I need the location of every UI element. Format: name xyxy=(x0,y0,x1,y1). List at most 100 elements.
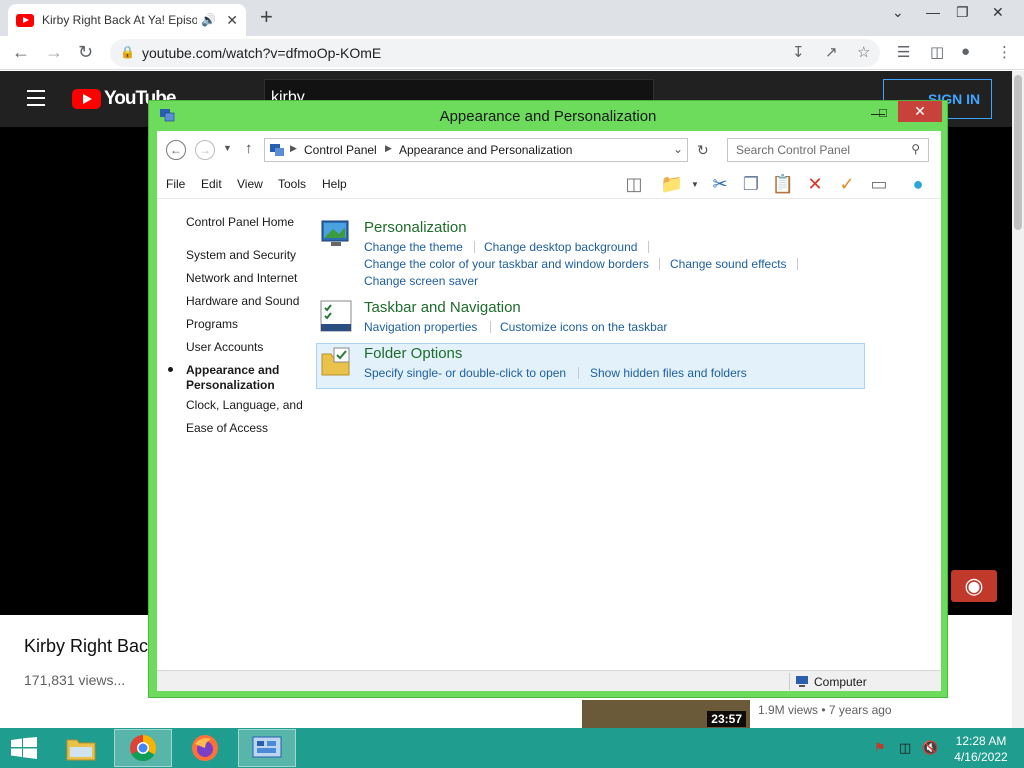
link-change-screen-saver[interactable]: Change screen saver xyxy=(364,274,478,288)
media-control-icon[interactable]: ☰ xyxy=(897,43,910,61)
link-separator xyxy=(490,321,491,333)
sidebar-item-network[interactable]: Network and Internet xyxy=(186,271,297,286)
display-icon[interactable]: ◫ xyxy=(899,740,911,756)
breadcrumb-separator-icon[interactable]: ▶ xyxy=(385,143,392,154)
paste-icon[interactable]: 📋 xyxy=(771,172,795,196)
more-menu-icon[interactable]: ⋮ xyxy=(997,43,1012,61)
copy-icon[interactable]: ❐ xyxy=(739,172,763,196)
share-icon[interactable]: ↗ xyxy=(825,43,838,61)
breadcrumb-control-panel[interactable]: Control Panel xyxy=(304,143,377,157)
category-taskbar-navigation[interactable]: Taskbar and Navigation xyxy=(364,299,521,316)
folder-checklist-icon[interactable]: 📁 xyxy=(660,172,684,196)
search-icon[interactable]: ⚲ xyxy=(911,142,920,156)
sidebar-item-hardware[interactable]: Hardware and Sound xyxy=(186,294,299,309)
computer-icon xyxy=(796,676,808,687)
speaker-icon[interactable]: 🔊 xyxy=(201,13,216,27)
new-tab-button[interactable]: + xyxy=(260,6,273,28)
chrome-icon xyxy=(130,734,157,762)
folder-options-icon[interactable] xyxy=(319,345,353,379)
chrome-taskbar-button[interactable] xyxy=(114,729,172,767)
related-video-thumbnail[interactable]: 23:57 xyxy=(582,700,750,728)
install-icon[interactable]: ↧ xyxy=(792,43,805,61)
link-single-double-click[interactable]: Specify single- or double-click to open xyxy=(364,366,566,380)
address-dropdown-icon[interactable]: ⌄ xyxy=(673,142,683,156)
close-window-button[interactable]: ✕ xyxy=(898,101,942,122)
menu-help[interactable]: Help xyxy=(322,177,347,191)
restore-icon[interactable]: ❐ xyxy=(956,4,969,21)
refresh-icon[interactable]: ↻ xyxy=(697,142,709,159)
address-box[interactable]: ▶ Control Panel ▶ Appearance and Persona… xyxy=(264,138,688,162)
menu-view[interactable]: View xyxy=(237,177,263,191)
sidebar-item-ease-of-access[interactable]: Ease of Access xyxy=(186,421,268,436)
breadcrumb-appearance[interactable]: Appearance and Personalization xyxy=(399,143,572,157)
search-placeholder[interactable]: Search Control Panel xyxy=(736,143,850,157)
menu-edit[interactable]: Edit xyxy=(201,177,222,191)
link-show-hidden-files[interactable]: Show hidden files and folders xyxy=(590,366,747,380)
github-icon[interactable]: ◉ xyxy=(951,570,997,602)
taskbar-icon[interactable] xyxy=(319,299,353,333)
side-panel-icon[interactable]: ◫ xyxy=(930,43,944,61)
sidebar-item-clock-language[interactable]: Clock, Language, and xyxy=(186,398,303,413)
control-panel-taskbar-button[interactable] xyxy=(238,729,296,767)
breadcrumb-separator-icon[interactable]: ▶ xyxy=(290,143,297,154)
sidebar-item-programs[interactable]: Programs xyxy=(186,317,238,332)
layout-pane-icon[interactable]: ◫ xyxy=(622,172,646,196)
view-count[interactable]: 171,831 views... xyxy=(24,672,125,688)
minimize-icon[interactable]: — xyxy=(926,4,940,20)
bookmark-star-icon[interactable]: ☆ xyxy=(857,43,870,61)
properties-icon[interactable]: ▭ xyxy=(867,172,891,196)
category-personalization[interactable]: Personalization xyxy=(364,219,467,236)
personalization-icon[interactable] xyxy=(319,217,353,251)
browser-tabstrip: Kirby Right Back At Ya! Episode 🔊 ✕ + ⌄ … xyxy=(0,0,1024,36)
profile-icon[interactable]: ● xyxy=(961,43,970,60)
sidebar-item-appearance-line2[interactable]: Personalization xyxy=(186,378,275,393)
maximize-icon[interactable]: □ xyxy=(879,105,887,120)
back-icon[interactable]: ← xyxy=(12,42,30,63)
reload-icon[interactable]: ↻ xyxy=(78,42,93,63)
firefox-taskbar-button[interactable] xyxy=(176,729,234,767)
back-icon[interactable]: ← xyxy=(166,140,186,160)
tab-close-icon[interactable]: ✕ xyxy=(226,12,238,29)
search-control-panel-input[interactable]: Search Control Panel ⚲ xyxy=(727,138,929,162)
file-explorer-taskbar-button[interactable] xyxy=(52,729,110,767)
link-change-taskbar-color[interactable]: Change the color of your taskbar and win… xyxy=(364,257,649,271)
sidebar-item-appearance[interactable]: Appearance and xyxy=(186,363,279,378)
chevron-down-icon[interactable]: ⌄ xyxy=(892,4,904,21)
close-window-icon[interactable]: ✕ xyxy=(992,4,1004,21)
video-title: Kirby Right Back xyxy=(24,636,158,656)
sidebar-control-panel-home[interactable]: Control Panel Home xyxy=(186,215,294,230)
forward-icon[interactable]: → xyxy=(45,42,63,63)
address-bar[interactable]: 🔒 youtube.com/watch?v=dfmoOp-KOmE ↧ ↗ ☆ xyxy=(110,39,880,67)
globe-icon[interactable]: ● xyxy=(906,172,930,196)
forward-icon[interactable]: → xyxy=(195,140,215,160)
delete-icon[interactable]: ✕ xyxy=(803,172,827,196)
browser-tab[interactable]: Kirby Right Back At Ya! Episode 🔊 ✕ xyxy=(8,4,246,36)
url-text[interactable]: youtube.com/watch?v=dfmoOp-KOmE xyxy=(142,45,381,61)
page-scrollbar[interactable] xyxy=(1012,71,1024,728)
link-change-theme[interactable]: Change the theme xyxy=(364,240,463,254)
youtube-logo-icon[interactable] xyxy=(72,89,101,109)
recent-locations-icon[interactable]: ▼ xyxy=(223,143,232,153)
sidebar-item-system-security[interactable]: System and Security xyxy=(186,248,296,263)
link-customize-taskbar-icons[interactable]: Customize icons on the taskbar xyxy=(500,320,667,334)
category-folder-options[interactable]: Folder Options xyxy=(364,345,462,362)
volume-muted-icon[interactable]: 🔇 xyxy=(922,740,938,756)
cut-icon[interactable]: ✂ xyxy=(708,172,732,196)
system-clock[interactable]: 12:28 AM 4/16/2022 xyxy=(951,733,1011,765)
sidebar-item-user-accounts[interactable]: User Accounts xyxy=(186,340,263,355)
link-change-desktop-background[interactable]: Change desktop background xyxy=(484,240,637,254)
hamburger-menu-icon[interactable] xyxy=(27,90,45,111)
lock-icon[interactable]: 🔒 xyxy=(120,45,135,59)
dropdown-arrow-icon[interactable]: ▼ xyxy=(691,180,699,189)
network-error-icon[interactable]: ⚑ xyxy=(874,740,886,756)
control-panel-icon xyxy=(270,144,284,156)
link-change-sound-effects[interactable]: Change sound effects xyxy=(670,257,787,271)
menu-file[interactable]: File xyxy=(166,177,185,191)
checkmark-icon[interactable]: ✓ xyxy=(835,172,859,196)
menu-tools[interactable]: Tools xyxy=(278,177,306,191)
status-divider xyxy=(789,673,790,690)
windows-start-icon[interactable] xyxy=(10,737,38,759)
link-separator xyxy=(648,241,649,253)
up-icon[interactable]: ↑ xyxy=(245,140,253,157)
link-navigation-properties[interactable]: Navigation properties xyxy=(364,320,477,334)
